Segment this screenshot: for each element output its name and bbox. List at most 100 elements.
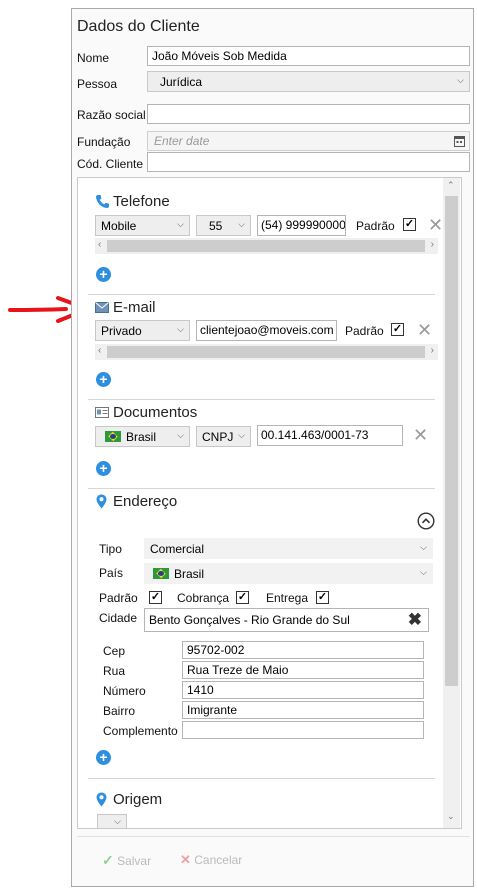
telefone-padrao-label: Padrão: [356, 219, 395, 233]
contacts-scroll-panel: ⌃ ⌄ Telefone Mobile ⌵ 55 ⌵ (54) 99999000…: [77, 177, 462, 829]
razao-input[interactable]: [147, 104, 470, 124]
brazil-flag-icon: [105, 431, 121, 442]
origem-select[interactable]: ⌵: [97, 814, 127, 828]
cep-label: Cep: [103, 644, 126, 658]
scroll-up-icon[interactable]: ⌃: [447, 180, 455, 191]
divider: [88, 488, 435, 489]
razao-label: Razão social: [77, 108, 146, 122]
cod-cliente-label: Cód. Cliente: [77, 157, 144, 171]
vertical-scrollbar[interactable]: ⌃ ⌄: [443, 178, 460, 828]
fundacao-date-input[interactable]: Enter date: [147, 131, 470, 151]
save-button[interactable]: ✓ Salvar: [102, 852, 151, 869]
footer-divider: [77, 836, 470, 837]
nome-input[interactable]: João Móveis Sob Medida: [147, 46, 470, 66]
cancel-button[interactable]: ✕ Cancelar: [180, 852, 242, 868]
chevron-down-icon: ⌵: [114, 816, 121, 826]
add-email-button[interactable]: +: [96, 372, 111, 387]
chevron-down-icon: ⌵: [238, 430, 245, 440]
rua-input[interactable]: Rua Treze de Maio: [182, 661, 424, 679]
telefone-type-select[interactable]: Mobile ⌵: [95, 215, 190, 236]
numero-label: Número: [103, 684, 146, 698]
email-type-select[interactable]: Privado ⌵: [95, 320, 190, 341]
add-documento-button[interactable]: +: [96, 461, 111, 476]
chevron-down-icon: ⌵: [177, 430, 184, 440]
complemento-input[interactable]: [182, 721, 424, 739]
email-hscrollbar[interactable]: ‹ ›: [95, 344, 438, 360]
close-icon[interactable]: ✕: [413, 426, 428, 444]
scroll-right-icon[interactable]: ›: [431, 345, 434, 356]
map-pin-icon: [96, 792, 107, 807]
pessoa-label: Pessoa: [77, 77, 118, 91]
fundacao-placeholder: Enter date: [154, 134, 210, 148]
cod-cliente-input[interactable]: [147, 152, 470, 172]
bairro-input[interactable]: Imigrante: [182, 701, 424, 719]
pais-select[interactable]: Brasil ⌵: [144, 563, 433, 584]
chevron-down-icon: ⌵: [238, 219, 245, 229]
telefone-type-value: Mobile: [101, 219, 137, 233]
chevron-down-icon: ⌵: [420, 567, 427, 577]
cobranca-checkbox[interactable]: ✓: [236, 591, 249, 604]
documento-type-value: CNPJ: [202, 430, 234, 444]
tipo-select[interactable]: Comercial ⌵: [144, 538, 433, 559]
chevron-down-icon: ⌵: [177, 324, 184, 334]
hscroll-thumb[interactable]: [107, 346, 425, 358]
divider: [88, 294, 435, 295]
documento-type-select[interactable]: CNPJ ⌵: [196, 426, 251, 447]
entrega-checkbox[interactable]: ✓: [316, 591, 329, 604]
endereco-section-title: Endereço: [113, 493, 178, 510]
divider: [88, 399, 435, 400]
documento-country-select[interactable]: Brasil ⌵: [95, 426, 190, 447]
numero-input[interactable]: 1410: [182, 681, 424, 699]
scroll-right-icon[interactable]: ›: [431, 239, 434, 250]
entrega-label: Entrega: [266, 591, 309, 605]
save-label: Salvar: [117, 854, 152, 868]
endereco-padrao-checkbox[interactable]: ✓: [149, 591, 162, 604]
telefone-number-input[interactable]: (54) 999990000: [257, 215, 346, 236]
close-icon[interactable]: ✕: [428, 216, 443, 234]
scroll-left-icon[interactable]: ‹: [98, 239, 101, 250]
fundacao-label: Fundação: [77, 135, 131, 149]
client-dialog: Dados do Cliente Nome João Móveis Sob Me…: [71, 8, 474, 887]
cobranca-label: Cobrança: [177, 591, 230, 605]
calendar-icon[interactable]: [454, 135, 465, 147]
telefone-padrao-checkbox[interactable]: ✓: [403, 218, 416, 231]
telefone-ddi-select[interactable]: 55 ⌵: [196, 215, 251, 236]
cancel-label: Cancelar: [194, 853, 243, 867]
checkmark-icon: ✓: [102, 852, 114, 868]
phone-icon: [96, 195, 109, 208]
email-padrao-checkbox[interactable]: ✓: [391, 323, 404, 336]
documentos-section-title: Documentos: [113, 404, 198, 421]
origem-section-title: Origem: [113, 791, 163, 808]
dialog-title: Dados do Cliente: [77, 18, 200, 35]
cidade-value: Bento Gonçalves - Rio Grande do Sul: [149, 613, 350, 627]
clear-x-icon[interactable]: ✖: [408, 610, 422, 630]
nome-label: Nome: [77, 51, 110, 65]
scroll-left-icon[interactable]: ‹: [98, 345, 101, 356]
add-telefone-button[interactable]: +: [96, 267, 111, 282]
close-icon: ✕: [180, 852, 191, 867]
hscroll-thumb[interactable]: [107, 240, 425, 252]
add-endereco-button[interactable]: +: [96, 750, 111, 765]
brazil-flag-icon: [153, 568, 169, 579]
id-card-icon: [95, 407, 109, 418]
endereco-padrao-label: Padrão: [99, 591, 138, 605]
pessoa-select[interactable]: Jurídica ⌵: [147, 71, 470, 92]
close-icon[interactable]: ✕: [417, 321, 432, 339]
pessoa-value: Jurídica: [160, 75, 203, 89]
pais-label: País: [99, 566, 124, 580]
email-padrao-label: Padrão: [345, 324, 384, 338]
chevron-up-circle-icon[interactable]: [417, 512, 435, 530]
telefone-hscrollbar[interactable]: ‹ ›: [95, 238, 438, 254]
documento-number-input[interactable]: 00.141.463/0001-73: [257, 425, 403, 446]
rua-label: Rua: [103, 664, 126, 678]
scroll-down-icon[interactable]: ⌄: [447, 811, 455, 822]
chevron-down-icon: ⌵: [457, 75, 464, 85]
scroll-thumb[interactable]: [445, 196, 458, 686]
email-address-input[interactable]: clientejoao@moveis.com: [196, 320, 337, 341]
cep-input[interactable]: 95702-002: [182, 641, 424, 659]
telefone-ddi-value: 55: [209, 219, 223, 233]
cidade-input[interactable]: Bento Gonçalves - Rio Grande do Sul ✖: [144, 608, 429, 632]
complemento-label: Complemento: [103, 724, 178, 738]
chevron-down-icon: ⌵: [420, 542, 427, 552]
bairro-label: Bairro: [103, 704, 136, 718]
